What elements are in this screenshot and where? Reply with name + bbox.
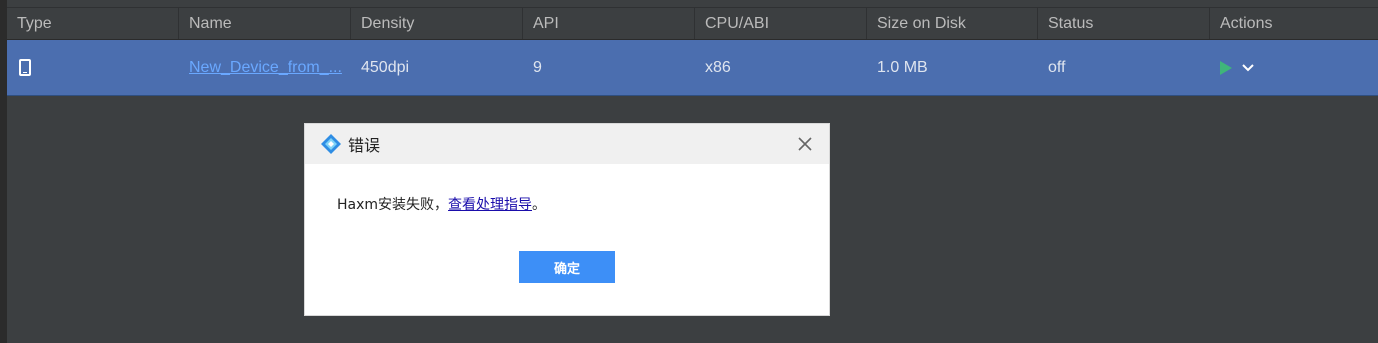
left-edge	[0, 0, 7, 343]
guide-link[interactable]: 查看处理指导	[448, 197, 532, 213]
error-dialog: 错误 Haxm安装失败，查看处理指导。 确定	[305, 124, 829, 315]
phone-icon	[19, 59, 31, 77]
header-name[interactable]: Name	[179, 8, 351, 39]
table-row[interactable]: New_Device_from_... 450dpi 9 x86 1.0 MB …	[7, 40, 1378, 96]
dialog-title: 错误	[348, 136, 381, 155]
header-cpu[interactable]: CPU/ABI	[695, 8, 867, 39]
status-cell: off	[1048, 59, 1066, 76]
type-cell	[7, 40, 179, 95]
device-table: Type Name Density API CPU/ABI Size on Di…	[7, 7, 1378, 96]
header-type[interactable]: Type	[7, 8, 179, 39]
header-status[interactable]: Status	[1038, 8, 1210, 39]
table-header: Type Name Density API CPU/ABI Size on Di…	[7, 7, 1378, 40]
close-icon[interactable]	[797, 136, 813, 152]
actions-cell	[1210, 40, 1378, 95]
dialog-message: Haxm安装失败，查看处理指导。	[305, 164, 829, 214]
density-cell: 450dpi	[361, 59, 410, 76]
dialog-titlebar: 错误	[305, 124, 829, 164]
size-cell: 1.0 MB	[877, 59, 928, 76]
header-size[interactable]: Size on Disk	[867, 8, 1038, 39]
chevron-down-icon[interactable]	[1242, 63, 1254, 72]
api-cell: 9	[533, 59, 542, 76]
header-density[interactable]: Density	[351, 8, 523, 39]
ok-button[interactable]: 确定	[519, 251, 615, 283]
message-suffix: 。	[532, 197, 547, 213]
header-api[interactable]: API	[523, 8, 695, 39]
cpu-cell: x86	[705, 59, 731, 76]
play-icon[interactable]	[1220, 60, 1232, 75]
header-actions: Actions	[1220, 15, 1273, 32]
app-logo-icon	[321, 134, 341, 154]
device-name-link[interactable]: New_Device_from_...	[189, 59, 342, 76]
message-prefix: Haxm安装失败，	[337, 197, 449, 213]
name-cell: New_Device_from_...	[179, 40, 351, 95]
